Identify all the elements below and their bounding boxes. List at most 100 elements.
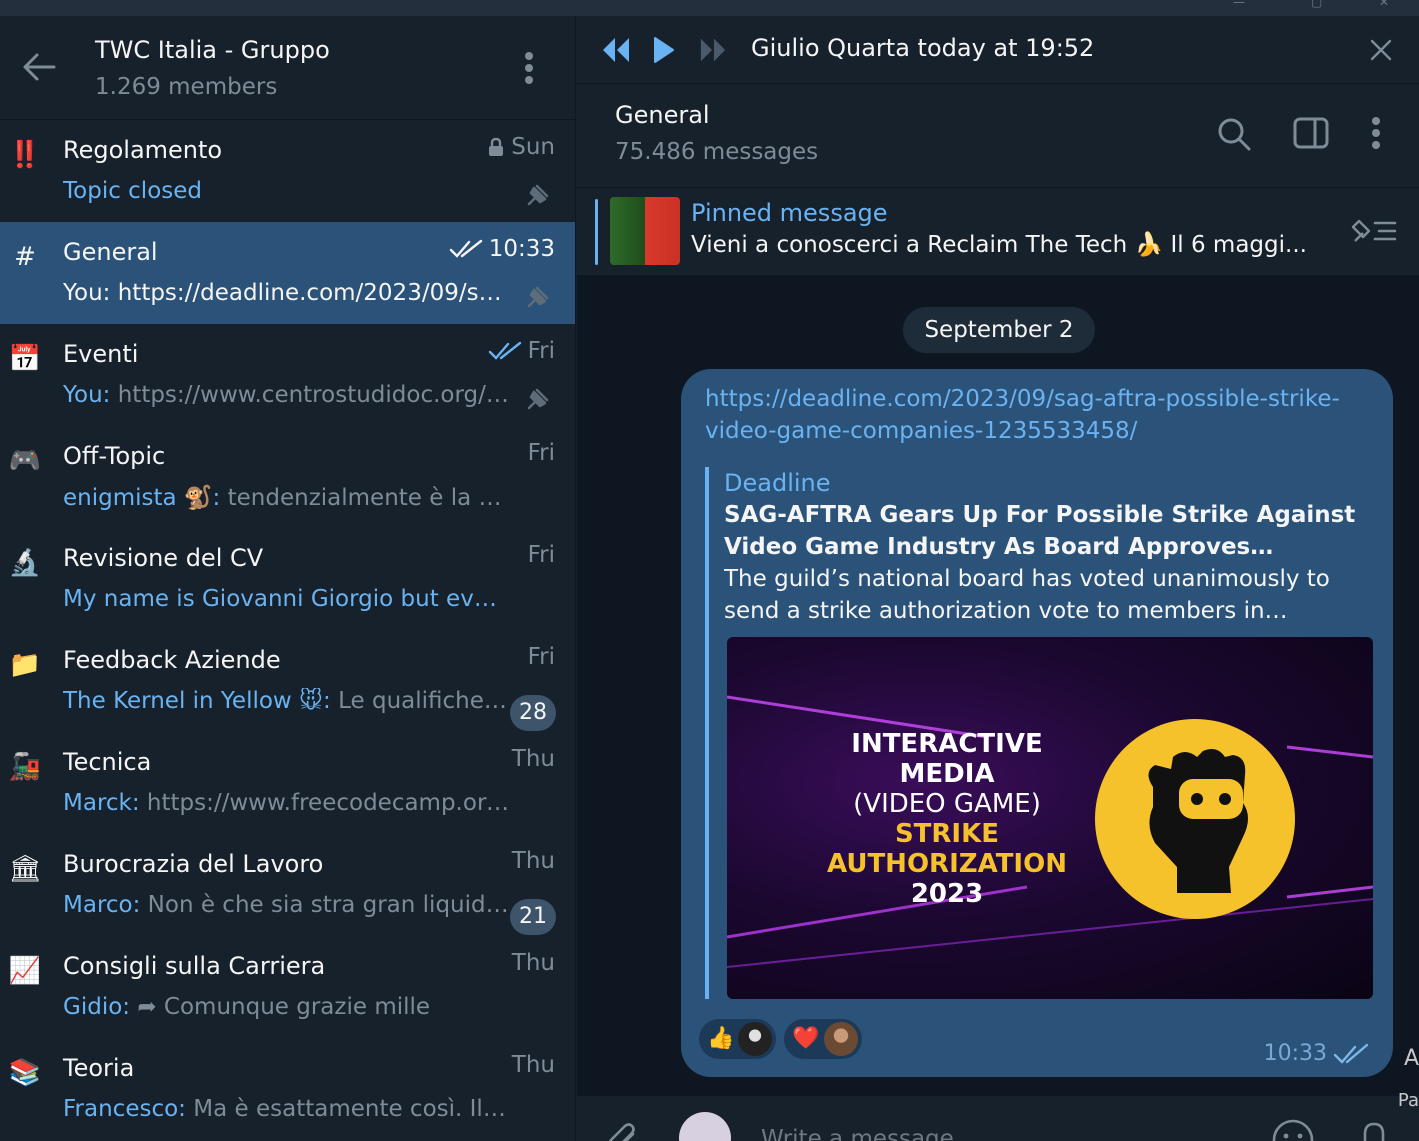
group-menu-icon[interactable] — [524, 52, 534, 88]
send-as-avatar[interactable] — [679, 1112, 731, 1141]
topic-row[interactable]: 🎮 Off-Topic Fri enigmista 🐒: tendenzialment… — [0, 426, 575, 528]
topic-time: Thu — [511, 848, 555, 874]
topic-row[interactable]: 🚂 Tecnica Thu Marck: https://www.freecodeca… — [0, 732, 575, 834]
topic-title: General — [63, 238, 158, 266]
topic-preview: enigmista 🐒: tendenzialmente è la più no… — [63, 484, 509, 511]
topic-meta: Thu — [512, 746, 555, 772]
group-member-count: 1.269 members — [95, 74, 278, 100]
group-header: TWC Italia - Gruppo 1.269 members — [0, 16, 575, 120]
close-player-icon[interactable] — [1369, 38, 1393, 62]
image-line: AUTHORIZATION — [827, 849, 1067, 879]
chat-header: General 75.486 messages — [577, 85, 1419, 188]
fist-gamepad-icon — [1095, 719, 1295, 919]
link-preview-title: SAG-AFTRA Gears Up For Possible Strike A… — [724, 502, 1356, 560]
chat-menu-icon[interactable] — [1371, 117, 1381, 153]
topic-sender: You: — [63, 280, 118, 306]
reaction-heart[interactable]: ❤️ — [784, 1019, 862, 1059]
minimize-icon[interactable]: — — [1233, 0, 1253, 8]
topic-title: Feedback Aziende — [63, 646, 281, 674]
calendar-icon: 📅 — [8, 344, 42, 374]
link-preview-image[interactable]: INTERACTIVE MEDIA (VIDEO GAME) STRIKE AU… — [727, 637, 1373, 999]
window-close-icon[interactable]: ✕ — [1379, 0, 1399, 8]
topic-row[interactable]: 🏛 Burocrazia del Lavoro Thu Marco: Non è ch… — [0, 834, 575, 936]
reactions-row: 👍 ❤️ — [699, 1019, 862, 1059]
unread-badge: 21 — [510, 899, 556, 935]
heart-icon: ❤️ — [792, 1026, 820, 1051]
group-title[interactable]: TWC Italia - Gruppo — [95, 36, 330, 64]
topic-row[interactable]: 📅 Eventi Fri You: https://www.centrostudido… — [0, 324, 575, 426]
topic-title: Off-Topic — [63, 442, 166, 470]
link-preview[interactable]: Deadline SAG-AFTRA Gears Up For Possible… — [705, 467, 1373, 999]
message-bubble[interactable]: https://deadline.com/2023/09/sag-aftra-p… — [681, 369, 1393, 1077]
pinned-label: Pinned message — [691, 199, 888, 227]
edge-text: A — [1403, 1046, 1419, 1071]
topic-preview: Topic closed — [63, 178, 509, 204]
pin-icon — [527, 184, 549, 206]
topic-meta: Thu — [512, 950, 555, 976]
message-link[interactable]: https://deadline.com/2023/09/sag-aftra-p… — [705, 383, 1365, 447]
reaction-thumbs-up[interactable]: 👍 — [699, 1019, 777, 1059]
topic-time: Sun — [511, 134, 555, 160]
unread-badge: 28 — [510, 695, 556, 731]
topic-preview: You: https://deadline.com/2023/09/sag-af… — [63, 280, 509, 306]
topic-sender: The Kernel in Yellow 🐭: — [63, 688, 339, 714]
train-icon: 🚂 — [8, 752, 42, 782]
bell-icon[interactable] — [1359, 1118, 1389, 1141]
topic-preview: Francesco: Ma è esattamente così. Il pro… — [63, 1096, 509, 1122]
topic-sender: Francesco: — [63, 1096, 194, 1122]
now-playing-info[interactable]: Giulio Quarta today at 19:52 — [751, 34, 1094, 62]
topic-time: Fri — [527, 542, 555, 568]
topic-preview-text: https://www.centrostudidoc.org/2023 — [117, 382, 509, 408]
topic-list: ‼️ Regolamento Sun Topic closed # General 10:3… — [0, 120, 575, 1140]
topic-row[interactable]: ‼️ Regolamento Sun Topic closed — [0, 120, 575, 222]
topic-sender: You: — [63, 382, 118, 408]
back-arrow-icon[interactable] — [22, 52, 56, 82]
topic-preview: You: https://www.centrostudidoc.org/2023 — [63, 382, 509, 408]
topic-time: Thu — [511, 1052, 555, 1078]
previous-track-icon[interactable] — [601, 36, 631, 64]
pinned-text: Vieni a conoscerci a Reclaim The Tech 🍌 … — [691, 232, 1307, 258]
avatar — [738, 1022, 773, 1056]
topic-title: Teoria — [63, 1054, 135, 1082]
books-icon: 📚 — [8, 1058, 42, 1088]
topic-sender: enigmista 🐒: — [63, 485, 228, 511]
topic-preview: Marco: Non è che sia stra gran liquidità — [63, 892, 509, 918]
now-playing-time: today at 19:52 — [909, 34, 1095, 62]
maximize-icon[interactable]: ▢ — [1311, 0, 1331, 8]
topic-preview-text: https://www.freecodecamp.org/news/ — [146, 790, 509, 816]
topic-meta: Fri — [528, 440, 555, 466]
media-player-bar: Giulio Quarta today at 19:52 — [577, 16, 1419, 84]
topic-row[interactable]: 📚 Teoria Thu Francesco: Ma è esattamente co… — [0, 1038, 575, 1140]
image-line: 2023 — [910, 879, 984, 909]
topic-row[interactable]: # General 10:33 You: https://deadline.com/2… — [0, 222, 575, 324]
pinned-list-icon[interactable] — [1349, 215, 1399, 247]
emoji-icon[interactable] — [1271, 1118, 1315, 1141]
topic-row[interactable]: 📁 Feedback Aziende Fri The Kernel in Yellow… — [0, 630, 575, 732]
topic-preview-text: tendenzialmente è la più nota — [227, 485, 509, 511]
topic-preview-text: Topic closed — [63, 178, 202, 204]
topic-meta: Fri — [528, 542, 555, 568]
topic-time: Fri — [527, 440, 555, 466]
message-input[interactable]: Write a message... — [761, 1126, 976, 1141]
topic-title: Burocrazia del Lavoro — [63, 850, 324, 878]
chat-title[interactable]: General — [615, 101, 710, 129]
topic-time: Thu — [511, 746, 555, 772]
message-area: September 2 https://deadline.com/2023/09… — [577, 275, 1419, 1096]
link-preview-site: Deadline — [724, 469, 831, 497]
date-separator: September 2 — [903, 307, 1095, 353]
side-panel-icon[interactable] — [1293, 117, 1329, 149]
next-track-icon[interactable] — [699, 36, 727, 64]
attach-icon[interactable] — [605, 1120, 641, 1141]
read-check-icon — [488, 341, 521, 360]
topic-preview: My name is Giovanni Giorgio but everybod… — [63, 586, 509, 612]
pinned-message-bar[interactable]: Pinned message Vieni a conoscerci a Recl… — [577, 189, 1419, 275]
topic-row[interactable]: 📈 Consigli sulla Carriera Thu Gidio: ➦ Comu… — [0, 936, 575, 1038]
pin-icon — [527, 388, 549, 410]
image-caption: INTERACTIVE MEDIA (VIDEO GAME) STRIKE AU… — [822, 729, 1072, 909]
play-icon[interactable] — [653, 36, 675, 64]
search-icon[interactable] — [1217, 117, 1251, 151]
topic-row[interactable]: 🔬 Revisione del CV Fri My name is Giovanni … — [0, 528, 575, 630]
topic-title: Tecnica — [63, 748, 152, 776]
topic-title: Eventi — [63, 340, 139, 368]
classical-building-icon: 🏛 — [8, 854, 42, 884]
